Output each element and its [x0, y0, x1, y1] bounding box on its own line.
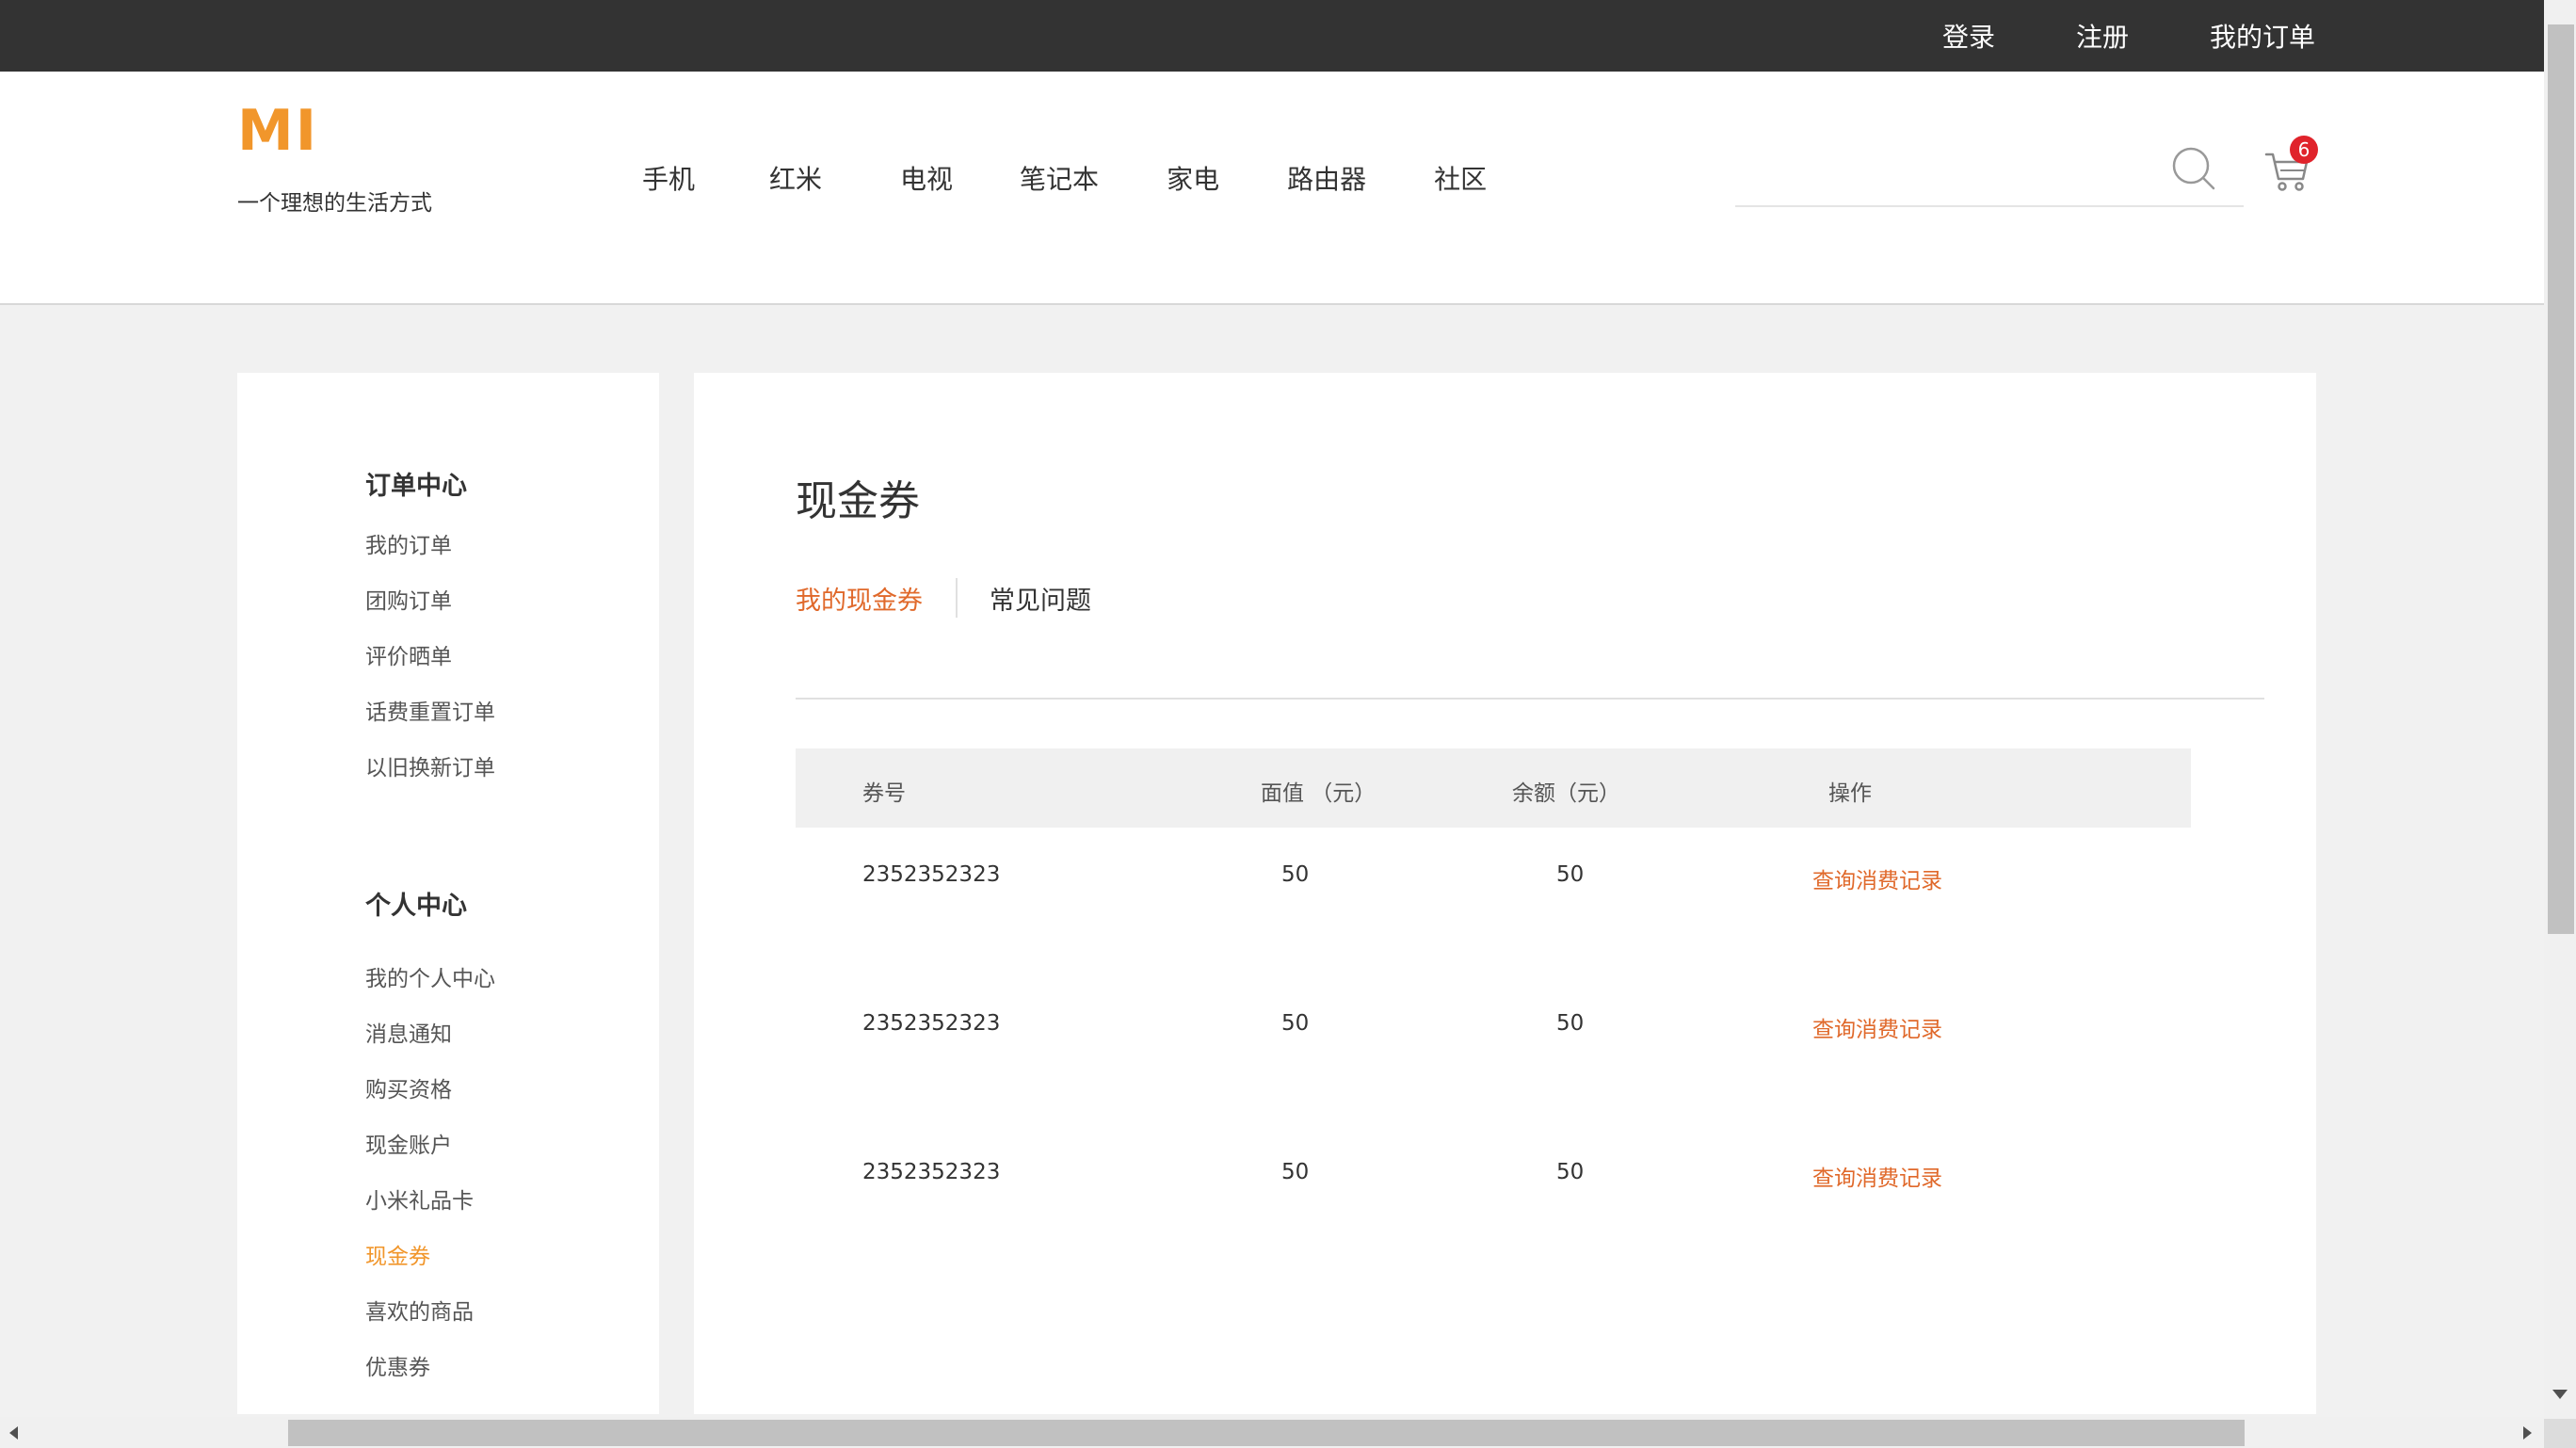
sidebar-item-recharge-orders[interactable]: 话费重置订单 [365, 694, 495, 726]
scroll-left-arrow-icon[interactable] [9, 1426, 18, 1440]
vertical-scroll-thumb[interactable] [2548, 24, 2574, 934]
sidebar-item-cash-account[interactable]: 现金账户 [365, 1127, 452, 1159]
face-value: 50 [1281, 1011, 1310, 1036]
sidebar-item-coupons[interactable]: 优惠券 [365, 1349, 430, 1381]
order-center-title: 订单中心 [365, 472, 467, 501]
nav-item-phone[interactable]: 手机 [642, 159, 695, 197]
tab-bar: 我的现金券 常见问题 [796, 578, 1091, 618]
col-face-value-header: 面值 （元） [1261, 781, 1377, 806]
coupon-code: 2352352323 [862, 862, 1001, 887]
balance: 50 [1556, 1011, 1585, 1036]
nav-item-appliance[interactable]: 家电 [1167, 159, 1219, 197]
table-row: 2352352323 50 50 查询消费记录 [796, 862, 2191, 919]
table-row: 2352352323 50 50 查询消费记录 [796, 1160, 2191, 1216]
coupon-code: 2352352323 [862, 1011, 1001, 1036]
query-records-link[interactable]: 查询消费记录 [1812, 862, 1942, 894]
balance: 50 [1556, 862, 1585, 887]
login-link[interactable]: 登录 [1942, 17, 1995, 55]
face-value: 50 [1281, 862, 1310, 887]
register-link[interactable]: 注册 [2076, 17, 2129, 55]
vertical-scrollbar[interactable] [2544, 0, 2576, 1419]
col-action-header: 操作 [1828, 781, 1872, 806]
top-links: 登录 注册 我的订单 [1861, 0, 2315, 72]
main-nav: 手机 红米 电视 笔记本 家电 路由器 社区 [640, 159, 1487, 197]
sidebar-item-personal-center[interactable]: 我的个人中心 [365, 960, 495, 992]
site-header: MI 一个理想的生活方式 手机 红米 电视 笔记本 家电 路由器 社区 6 [0, 72, 2544, 305]
face-value: 50 [1281, 1160, 1310, 1184]
page-title: 现金券 [796, 477, 920, 525]
query-records-link[interactable]: 查询消费记录 [1812, 1160, 1942, 1192]
sidebar: 订单中心 我的订单 团购订单 评价晒单 话费重置订单 以旧换新订单 个人中心 我… [237, 373, 659, 1414]
sidebar-item-reviews[interactable]: 评价晒单 [365, 638, 452, 670]
search-box[interactable] [1735, 128, 2244, 207]
tab-my-cash-coupons[interactable]: 我的现金券 [796, 580, 923, 617]
scrollbar-corner [2544, 1419, 2576, 1448]
search-icon[interactable] [2170, 145, 2217, 192]
sidebar-item-purchase-qualification[interactable]: 购买资格 [365, 1071, 452, 1103]
tab-separator [956, 578, 958, 618]
horizontal-scroll-thumb[interactable] [288, 1420, 2245, 1446]
scroll-down-arrow-icon[interactable] [2552, 1390, 2568, 1399]
sidebar-item-my-orders[interactable]: 我的订单 [365, 527, 452, 559]
nav-item-tv[interactable]: 电视 [900, 159, 953, 197]
cart-count-badge: 6 [2290, 136, 2318, 164]
sidebar-item-tradein-orders[interactable]: 以旧换新订单 [365, 749, 495, 781]
col-code-header: 券号 [862, 781, 906, 806]
sidebar-item-favorites[interactable]: 喜欢的商品 [365, 1294, 474, 1326]
tab-faq[interactable]: 常见问题 [990, 580, 1091, 617]
nav-item-redmi[interactable]: 红米 [769, 159, 822, 197]
horizontal-scrollbar[interactable] [0, 1417, 2544, 1448]
sidebar-item-cash-coupon[interactable]: 现金券 [365, 1238, 430, 1270]
nav-item-laptop[interactable]: 笔记本 [1020, 159, 1099, 197]
query-records-link[interactable]: 查询消费记录 [1812, 1011, 1942, 1043]
personal-center-title: 个人中心 [365, 892, 467, 921]
cart-button[interactable]: 6 [2263, 136, 2318, 194]
main-panel: 现金券 我的现金券 常见问题 券号 面值 （元） 余额（元） 操作 235235… [694, 373, 2316, 1414]
top-bar: 登录 注册 我的订单 [0, 0, 2544, 72]
sidebar-item-group-orders[interactable]: 团购订单 [365, 583, 452, 615]
divider [796, 698, 2264, 700]
scroll-right-arrow-icon[interactable] [2523, 1426, 2532, 1440]
table-header: 券号 面值 （元） 余额（元） 操作 [796, 748, 2191, 828]
coupon-code: 2352352323 [862, 1160, 1001, 1184]
nav-item-router[interactable]: 路由器 [1287, 159, 1366, 197]
slogan: 一个理想的生活方式 [237, 191, 432, 216]
sidebar-item-notifications[interactable]: 消息通知 [365, 1016, 452, 1048]
nav-item-community[interactable]: 社区 [1434, 159, 1487, 197]
my-orders-link[interactable]: 我的订单 [2210, 17, 2315, 55]
mi-logo[interactable]: MI [237, 98, 318, 164]
sidebar-item-gift-card[interactable]: 小米礼品卡 [365, 1183, 474, 1215]
balance: 50 [1556, 1160, 1585, 1184]
col-balance-header: 余额（元） [1512, 781, 1620, 806]
table-row: 2352352323 50 50 查询消费记录 [796, 1011, 2191, 1068]
